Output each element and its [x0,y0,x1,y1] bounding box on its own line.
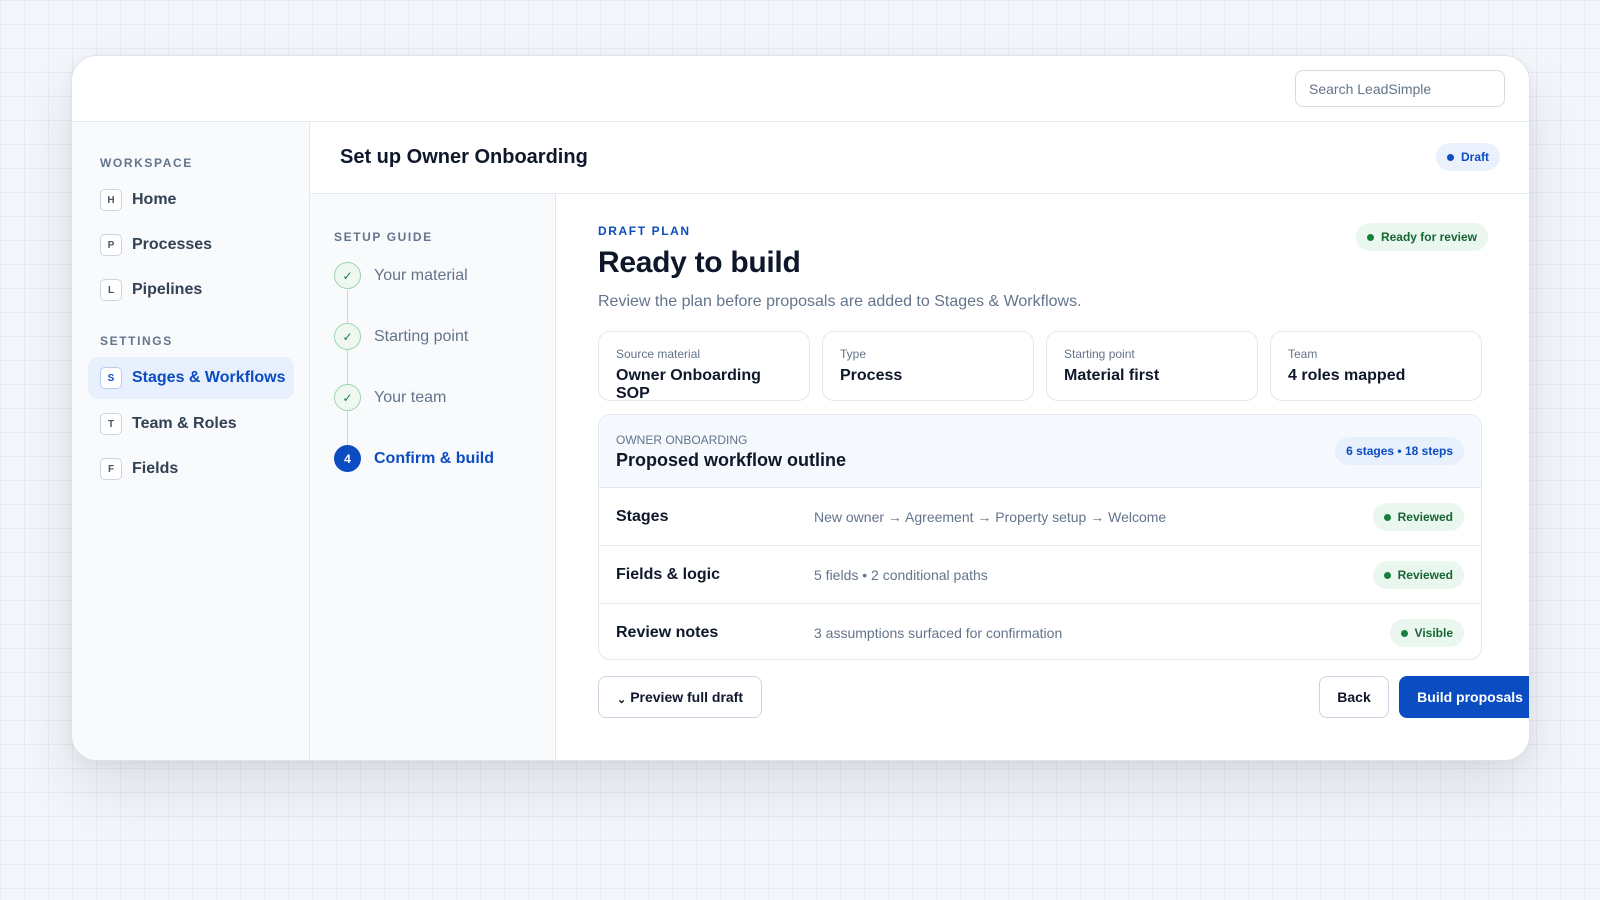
sidebar-item-label: Stages & Workflows [132,369,286,386]
row-name: Fields & logic [616,565,721,583]
summary-card-team: Team 4 roles mapped [1270,331,1482,401]
status-badge-label: Reviewed [1397,568,1453,582]
row-status-badge: Visible [1389,619,1464,647]
sidebar-item-label: Processes [132,236,213,253]
page-title: Set up Owner Onboarding [340,146,588,168]
step-label: Starting point [374,327,469,345]
sidebar-item-label: Team & Roles [132,415,237,432]
outline-row-stages: Stages New owner → Agreement → Property … [599,487,1481,545]
step-label: Your team [374,388,447,406]
status-dot-icon [1446,153,1454,161]
sidebar-item-label: Home [132,191,177,208]
outline-title: Proposed workflow outline [616,450,847,470]
draft-status-badge: Draft [1435,143,1500,171]
card-label: Team [1288,347,1318,361]
sidebar-item-processes[interactable]: P Processes [88,224,294,266]
outline-header: OWNER ONBOARDING Proposed workflow outli… [599,415,1481,487]
preview-draft-button[interactable]: ⌄ Preview full draft [598,676,762,718]
step-number-badge: 4 [334,445,361,472]
outline-kicker: OWNER ONBOARDING [616,433,748,447]
sidebar-item-fields[interactable]: F Fields [88,448,294,490]
card-value: Material first [1064,367,1160,384]
sidebar-item-label: Pipelines [132,281,203,298]
step-label: Confirm & build [374,449,494,467]
step-your-material[interactable]: ✓ Your material [334,262,468,289]
step-starting-point[interactable]: ✓ Starting point [334,323,468,350]
card-label: Source material [616,347,701,361]
row-description: New owner → Agreement → Property setup →… [814,508,1167,525]
subhead: Review the plan before proposals are add… [598,293,1082,310]
row-description: 5 fields • 2 conditional paths [814,566,988,583]
status-badge-label: Draft [1460,150,1489,164]
card-value: Process [840,367,903,384]
review-status-badge: Ready for review [1355,223,1488,251]
shortcut-key-icon: L [100,279,122,301]
sidebar-section-settings: SETTINGS [100,334,173,348]
summary-card-starting-point: Starting point Material first [1046,331,1258,401]
setup-guide: SETUP GUIDE ✓ Your material ✓ Starting p… [310,194,556,760]
setup-guide-title: SETUP GUIDE [334,230,433,244]
row-name: Review notes [616,623,719,641]
status-dot-icon [1383,571,1391,579]
summary-card-type: Type Process [822,331,1034,401]
main-panel: DRAFT PLAN Ready to build Ready for revi… [556,194,1529,760]
sidebar-item-stages-workflows[interactable]: S Stages & Workflows [88,357,294,399]
card-label: Type [840,347,867,361]
shortcut-key-icon: S [100,367,122,389]
app-window: WORKSPACE H Home P Processes L Pipelines… [71,55,1530,761]
card-value: Owner Onboarding SOP [616,367,761,402]
search-input[interactable] [1295,70,1505,107]
shortcut-key-icon: F [100,458,122,480]
row-status-badge: Reviewed [1372,561,1464,589]
outline-row-fields-logic: Fields & logic 5 fields • 2 conditional … [599,545,1481,603]
step-label: Your material [374,266,468,284]
card-value: 4 roles mapped [1288,367,1406,384]
step-confirm-build[interactable]: 4 Confirm & build [334,445,494,472]
check-icon: ✓ [334,384,361,411]
shortcut-key-icon: T [100,413,122,435]
eyebrow-label: DRAFT PLAN [598,224,691,238]
status-dot-icon [1383,513,1391,521]
summary-cards: Source material Owner Onboarding SOP Typ… [598,331,1482,402]
check-icon: ✓ [334,262,361,289]
check-icon: ✓ [334,323,361,350]
chevron-down-icon: ⌄ [616,693,627,706]
stage-count-badge: 6 stages • 18 steps [1335,437,1464,465]
button-label: Back [1337,689,1371,705]
status-badge-label: Visible [1414,626,1453,640]
shortcut-key-icon: H [100,189,122,211]
sidebar-section-workspace: WORKSPACE [100,156,193,170]
back-button[interactable]: Back [1319,676,1389,718]
status-dot-icon [1366,233,1374,241]
shortcut-key-icon: P [100,234,122,256]
row-description: 3 assumptions surfaced for confirmation [814,624,1063,641]
headline: Ready to build [598,246,801,279]
step-your-team[interactable]: ✓ Your team [334,384,446,411]
row-status-badge: Reviewed [1372,503,1464,531]
sidebar: WORKSPACE H Home P Processes L Pipelines… [72,122,310,760]
sidebar-item-home[interactable]: H Home [88,179,294,221]
page-header: Set up Owner Onboarding Draft [310,122,1529,194]
status-badge-label: Reviewed [1397,510,1453,524]
button-label: Preview full draft [630,689,744,705]
status-badge-label: Ready for review [1380,230,1477,244]
row-name: Stages [616,507,669,525]
step-connector-line [347,290,348,470]
workflow-outline: OWNER ONBOARDING Proposed workflow outli… [598,414,1482,660]
status-dot-icon [1400,629,1408,637]
sidebar-item-label: Fields [132,460,179,477]
top-bar [72,56,1529,122]
card-label: Starting point [1064,347,1135,361]
build-proposals-button[interactable]: Build proposals → [1399,676,1530,718]
sidebar-item-team-roles[interactable]: T Team & Roles [88,403,294,445]
outline-row-review-notes: Review notes 3 assumptions surfaced for … [599,603,1481,659]
summary-card-source: Source material Owner Onboarding SOP [598,331,810,402]
button-label: Build proposals → [1417,689,1530,705]
sidebar-item-pipelines[interactable]: L Pipelines [88,269,294,311]
